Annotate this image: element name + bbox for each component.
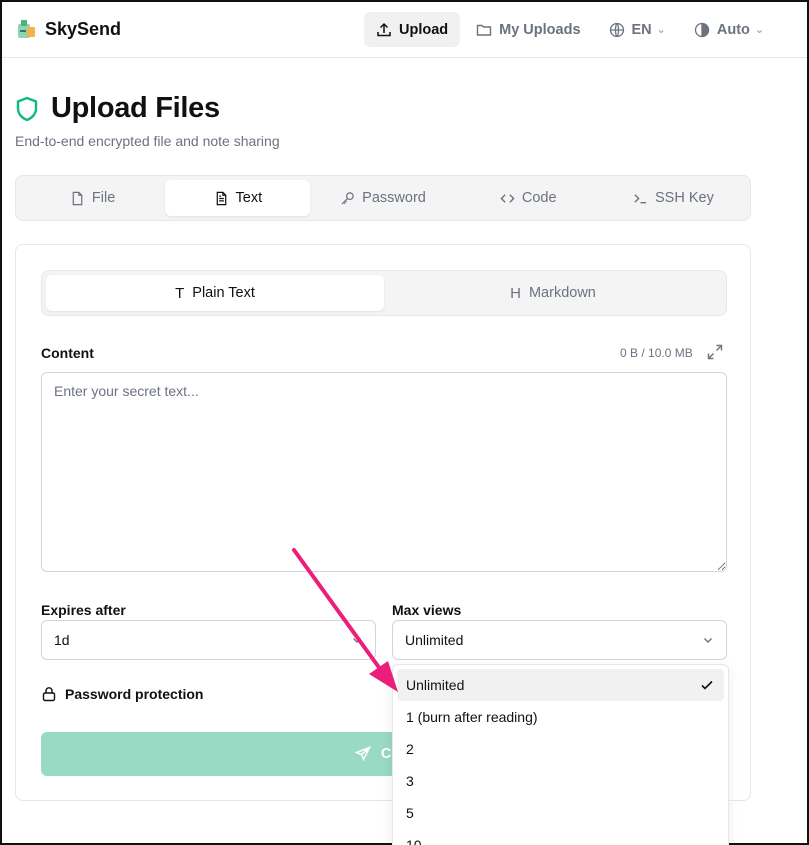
theme-selector[interactable]: Auto ⌄ (682, 12, 776, 47)
app-name: SkySend (45, 18, 122, 39)
max-views-option[interactable]: 10 (397, 829, 724, 845)
file-icon (72, 191, 83, 205)
max-views-option[interactable]: 1 (burn after reading) (397, 701, 724, 733)
chevron-down-icon: ⌄ (656, 24, 666, 36)
page-title-text: Upload Files (51, 92, 220, 124)
key-icon (341, 191, 354, 205)
tab-code[interactable]: Code (456, 180, 601, 216)
content-textarea[interactable] (41, 372, 727, 572)
text-mode-tabs: T Plain Text H Markdown (41, 270, 727, 316)
tab-file[interactable]: File (20, 180, 165, 216)
option-label: 5 (406, 805, 414, 821)
tab-plain-text-label: Plain Text (192, 285, 255, 301)
nav-upload[interactable]: Upload (364, 12, 461, 47)
tab-plain-text[interactable]: T Plain Text (46, 275, 384, 311)
expires-label: Expires after (41, 602, 126, 618)
tab-ssh-key[interactable]: SSH Key (601, 180, 746, 216)
password-protection-label: Password protection (65, 686, 204, 702)
option-label: 2 (406, 741, 414, 757)
option-label: 1 (burn after reading) (406, 709, 538, 725)
tab-code-label: Code (521, 190, 557, 206)
max-views-option[interactable]: Unlimited (397, 669, 724, 701)
option-label: 3 (406, 773, 414, 789)
top-bar: SkySend Upload My Uploads EN ⌄ Auto ⌄ (2, 2, 807, 58)
tab-file-label: File (91, 190, 116, 206)
theme-label: Auto (716, 21, 750, 38)
password-protection-toggle[interactable]: Password protection (41, 686, 203, 702)
nav-my-uploads-label: My Uploads (499, 21, 581, 38)
terminal-icon (634, 193, 647, 203)
max-views-label: Max views (392, 602, 462, 618)
tab-text[interactable]: Text (165, 180, 311, 216)
lock-icon (42, 687, 56, 702)
expires-select[interactable]: 1d (41, 620, 376, 660)
tab-ssh-key-label: SSH Key (654, 190, 714, 206)
skysend-logo-icon (18, 20, 35, 38)
chevron-down-icon (353, 638, 361, 643)
upload-icon (377, 22, 391, 36)
nav-upload-label: Upload (399, 21, 449, 38)
folder-icon (476, 24, 492, 36)
size-info: 0 B / 10.0 MB (620, 346, 693, 360)
page-title: Upload Files (15, 92, 220, 125)
theme-icon (694, 22, 710, 37)
max-views-option[interactable]: 2 (397, 733, 724, 765)
tab-password[interactable]: Password (310, 180, 455, 216)
expires-value: 1d (54, 632, 70, 648)
heading-icon: H (510, 284, 521, 302)
shield-icon (16, 96, 38, 121)
tab-password-label: Password (362, 190, 426, 206)
option-label: Unlimited (406, 677, 465, 693)
expand-icon[interactable] (707, 344, 723, 360)
max-views-select[interactable]: Unlimited (392, 620, 727, 660)
chevron-down-icon (704, 638, 712, 643)
max-views-dropdown: Unlimited 1 (burn after reading) 2 3 5 1… (392, 664, 729, 845)
globe-icon (609, 22, 624, 37)
main-nav: Upload My Uploads EN ⌄ Auto ⌄ (364, 12, 776, 47)
content-label: Content (41, 345, 94, 361)
nav-my-uploads[interactable]: My Uploads (464, 12, 592, 47)
tab-markdown[interactable]: H Markdown (384, 275, 722, 311)
upload-type-tabs: File Text Password Code SSH Key (15, 175, 751, 221)
brand[interactable]: SkySend (15, 18, 121, 40)
page-subtitle: End-to-end encrypted file and note shari… (15, 133, 280, 149)
option-label: 10 (406, 837, 422, 845)
send-icon (354, 746, 371, 762)
max-views-value: Unlimited (405, 632, 464, 648)
tab-text-label: Text (235, 190, 263, 206)
max-views-option[interactable]: 5 (397, 797, 724, 829)
text-type-icon: T (175, 284, 185, 302)
language-selector[interactable]: EN ⌄ (597, 12, 678, 47)
code-icon (500, 193, 515, 203)
check-icon (701, 680, 713, 690)
language-label: EN (631, 21, 652, 38)
chevron-down-icon: ⌄ (754, 24, 765, 36)
max-views-option[interactable]: 3 (397, 765, 724, 797)
document-text-icon (216, 191, 226, 205)
tab-markdown-label: Markdown (528, 285, 596, 301)
